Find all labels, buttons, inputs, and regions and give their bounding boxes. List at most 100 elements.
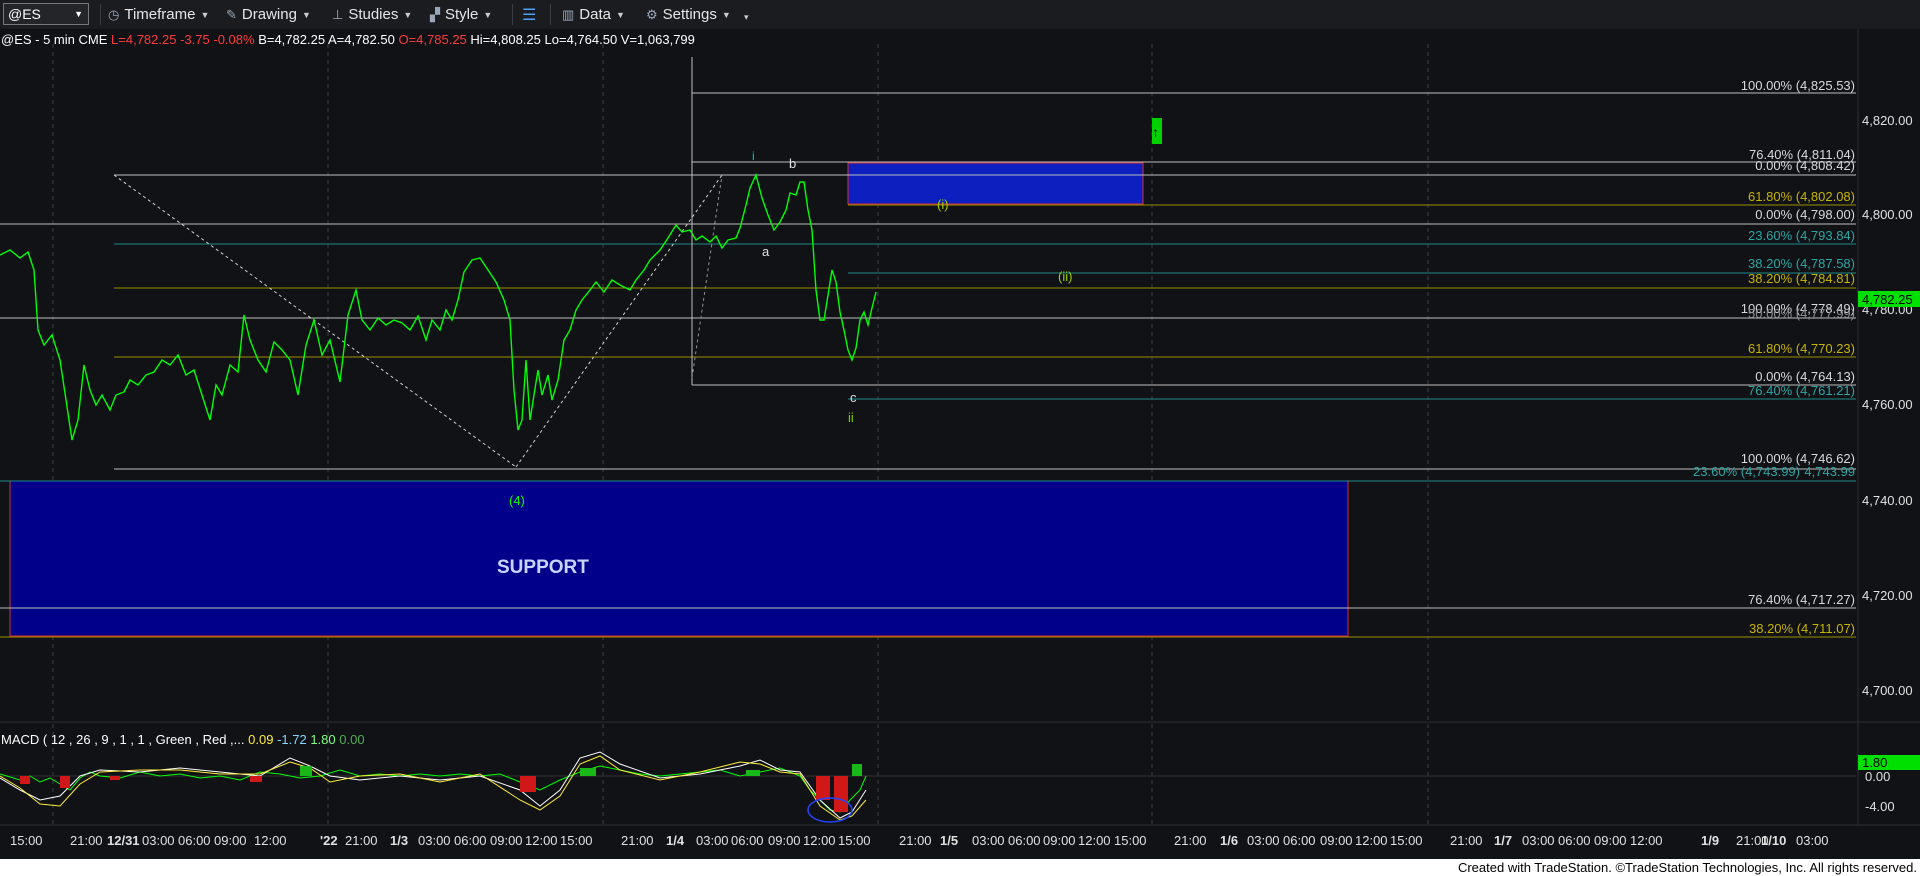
macd-last-value: 1.80 <box>1862 755 1887 770</box>
time-tick: 1/4 <box>666 833 685 848</box>
time-tick: 1/5 <box>940 833 958 848</box>
time-tick: 1/3 <box>390 833 408 848</box>
fib-label: 76.40% (4,761.21) <box>1748 383 1855 398</box>
macd-header: MACD ( 12 , 26 , 9 , 1 , 1 , Green , Red… <box>1 732 365 747</box>
settings-label: Settings <box>662 6 717 23</box>
macd-value-4: 0.00 <box>339 732 365 747</box>
fib-label: 50.00% (4,777.99) <box>1748 306 1855 321</box>
support-zone[interactable] <box>9 480 1349 637</box>
price-axis[interactable]: 4,820.00 4,800.00 4,780.00 4,760.00 4,74… <box>1862 113 1913 698</box>
symbol-selector[interactable]: @ES ▼ <box>3 3 89 25</box>
price-tick: 4,700.00 <box>1862 683 1913 698</box>
fib-label: 38.20% (4,784.81) <box>1748 271 1855 286</box>
studies-label: Studies <box>348 6 399 23</box>
header-high: Hi=4,808.25 <box>470 32 541 47</box>
time-tick: 15:00 <box>838 833 871 848</box>
toolbar-separator <box>550 4 551 25</box>
chevron-down-icon: ▼ <box>403 9 413 20</box>
header-exchange: CME <box>78 32 108 47</box>
wave-label-ii: ii <box>848 410 854 425</box>
timeframe-menu[interactable]: ◷ Timeframe ▼ <box>108 5 209 24</box>
dropdown-arrow-icon: ▼ <box>74 9 83 19</box>
wave-label-a: a <box>762 244 770 259</box>
trend-line-up[interactable] <box>515 174 723 468</box>
macd-value-2: -1.72 <box>277 732 307 747</box>
chevron-down-icon: ▾ <box>744 12 749 22</box>
time-tick: 15:00 <box>10 833 43 848</box>
header-last: L=4,782.25 <box>111 32 177 47</box>
session-dividers <box>52 44 1429 825</box>
chevron-down-icon: ▼ <box>721 9 731 20</box>
time-tick: 09:00 <box>1043 833 1076 848</box>
bar-chart-icon: ▥ <box>562 6 575 22</box>
time-tick: 09:00 <box>490 833 523 848</box>
time-tick: 1/7 <box>1494 833 1512 848</box>
layout-icon: ☰ <box>522 6 537 24</box>
fib-label: 0.00% (4,808.42) <box>1755 158 1855 173</box>
toolbar: @ES ▼ ◷ Timeframe ▼ ✎ Drawing ▼ ⊥ Studies ▼ ▞ St… <box>0 0 1920 30</box>
time-tick: 03:00 <box>418 833 451 848</box>
fib-label: 0.00% (4,764.13) <box>1755 369 1855 384</box>
header-low: Lo=4,764.50 <box>544 32 618 47</box>
time-tick: 06:00 <box>178 833 211 848</box>
time-axis[interactable]: 15:00 21:00 12/31 03:00 06:00 09:00 12:00'22 21… <box>10 833 1829 848</box>
header-pct: -0.08% <box>213 32 255 47</box>
time-tick: 21:00 <box>70 833 103 848</box>
gear-icon: ⚙ <box>646 6 658 22</box>
price-tick: 4,720.00 <box>1862 588 1913 603</box>
fib-label: 76.40% (4,717.27) <box>1748 592 1855 607</box>
toolbar-overflow[interactable]: ▾ <box>744 8 749 27</box>
macd-axis[interactable]: 0.00 -4.00 <box>1865 769 1895 814</box>
header-symbol: @ES - 5 min <box>1 32 75 47</box>
target-zone[interactable] <box>847 162 1144 205</box>
studies-menu[interactable]: ⊥ Studies ▼ <box>332 5 412 24</box>
time-tick: 12:00 <box>1355 833 1388 848</box>
fib-label: 38.20% (4,787.58) <box>1748 256 1855 271</box>
wave-label-b: b <box>789 156 796 171</box>
chevron-down-icon: ▼ <box>301 9 311 20</box>
macd-pane <box>0 751 1856 823</box>
symbol-value: @ES <box>8 6 41 22</box>
clock-icon: ◷ <box>108 6 120 22</box>
time-tick: 12:00 <box>254 833 287 848</box>
macd-value-1: 0.09 <box>248 732 274 747</box>
header-volume: V=1,063,799 <box>620 32 695 47</box>
projection-line[interactable] <box>691 174 723 379</box>
price-tick: 4,760.00 <box>1862 397 1913 412</box>
time-tick: 03:00 <box>142 833 175 848</box>
time-tick: 21:00 <box>899 833 932 848</box>
header-change: -3.75 <box>180 32 210 47</box>
wave-label-4: (4) <box>509 493 525 508</box>
time-tick: 21:00 <box>1174 833 1207 848</box>
drawing-menu[interactable]: ✎ Drawing ▼ <box>226 5 311 24</box>
style-menu[interactable]: ▞ Style ▼ <box>430 5 492 24</box>
time-tick: 12:00 <box>1630 833 1663 848</box>
time-tick: 03:00 <box>1247 833 1280 848</box>
toolbar-separator <box>512 4 513 25</box>
wave-label-c: c <box>850 390 857 405</box>
data-menu[interactable]: ▥ Data ▼ <box>562 5 625 24</box>
time-tick: 21:00 <box>1450 833 1483 848</box>
macd-tick: 0.00 <box>1865 769 1890 784</box>
pencil-icon: ✎ <box>226 6 237 22</box>
last-price-value: 4,782.25 <box>1862 292 1913 307</box>
time-tick: 03:00 <box>1796 833 1829 848</box>
fib-label: 61.80% (4,770.23) <box>1748 341 1855 356</box>
time-tick: 03:00 <box>696 833 729 848</box>
macd-value-3: 1.80 <box>310 732 336 747</box>
time-tick: 09:00 <box>214 833 247 848</box>
time-tick: 06:00 <box>1008 833 1041 848</box>
time-tick: 21:00 <box>345 833 378 848</box>
header-bid: B=4,782.25 <box>258 32 326 47</box>
layout-button[interactable]: ☰ <box>522 5 536 24</box>
settings-menu[interactable]: ⚙ Settings ▼ <box>646 5 731 24</box>
trend-line-down[interactable] <box>113 174 517 468</box>
macd-tick: -4.00 <box>1865 799 1895 814</box>
price-tick: 4,820.00 <box>1862 113 1913 128</box>
footer: Created with TradeStation. ©TradeStation… <box>0 859 1920 876</box>
toolbar-separator <box>100 4 101 25</box>
price-tick: 4,740.00 <box>1862 493 1913 508</box>
drawing-label: Drawing <box>241 6 297 23</box>
time-tick: 09:00 <box>768 833 801 848</box>
timeframe-label: Timeframe <box>124 6 196 23</box>
